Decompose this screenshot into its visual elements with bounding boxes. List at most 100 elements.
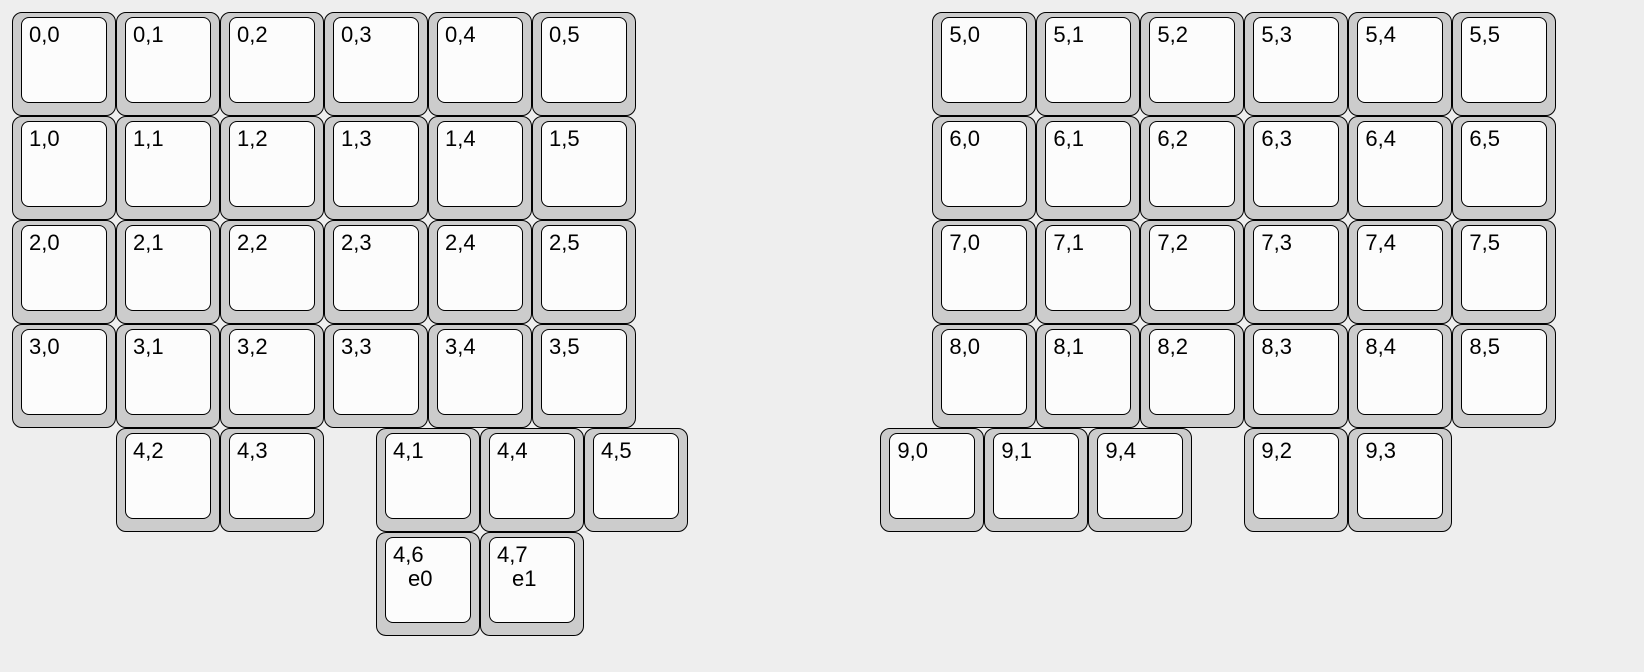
key-label: 6,2 (1157, 125, 1188, 153)
key-k-4-4[interactable]: 4,4 (480, 428, 584, 532)
key-label: 9,4 (1105, 437, 1136, 465)
key-k-2-5[interactable]: 2,5 (532, 220, 636, 324)
key-k-9-2[interactable]: 9,2 (1244, 428, 1348, 532)
key-label: 4,2 (133, 437, 164, 465)
key-k-7-4[interactable]: 7,4 (1348, 220, 1452, 324)
key-k-4-2[interactable]: 4,2 (116, 428, 220, 532)
key-label: 2,1 (133, 229, 164, 257)
keytop: 0,3 (333, 17, 419, 103)
key-k-9-0[interactable]: 9,0 (880, 428, 984, 532)
key-k-2-4[interactable]: 2,4 (428, 220, 532, 324)
key-k-3-1[interactable]: 3,1 (116, 324, 220, 428)
key-label: 9,2 (1261, 437, 1292, 465)
key-k-6-2[interactable]: 6,2 (1140, 116, 1244, 220)
key-k-5-5[interactable]: 5,5 (1452, 12, 1556, 116)
key-k-7-3[interactable]: 7,3 (1244, 220, 1348, 324)
key-label: 4,5 (601, 437, 632, 465)
keytop: 3,4 (437, 329, 523, 415)
key-k-6-5[interactable]: 6,5 (1452, 116, 1556, 220)
key-k-8-4[interactable]: 8,4 (1348, 324, 1452, 428)
keytop: 1,1 (125, 121, 211, 207)
key-label: 7,3 (1261, 229, 1292, 257)
key-label: 3,2 (237, 333, 268, 361)
key-k-2-2[interactable]: 2,2 (220, 220, 324, 324)
key-label: 7,5 (1469, 229, 1500, 257)
keytop: 7,0 (941, 225, 1027, 311)
key-k-4-3[interactable]: 4,3 (220, 428, 324, 532)
key-k-9-3[interactable]: 9,3 (1348, 428, 1452, 532)
key-k-5-1[interactable]: 5,1 (1036, 12, 1140, 116)
key-k-8-0[interactable]: 8,0 (932, 324, 1036, 428)
key-label: 5,3 (1261, 21, 1292, 49)
key-label: 3,0 (29, 333, 60, 361)
key-k-4-6[interactable]: 4,6e0 (376, 532, 480, 636)
key-k-2-0[interactable]: 2,0 (12, 220, 116, 324)
keytop: 2,4 (437, 225, 523, 311)
key-k-0-5[interactable]: 0,5 (532, 12, 636, 116)
key-k-1-3[interactable]: 1,3 (324, 116, 428, 220)
key-k-6-1[interactable]: 6,1 (1036, 116, 1140, 220)
keytop: 4,6e0 (385, 537, 471, 623)
keytop: 9,1 (993, 433, 1079, 519)
key-k-0-1[interactable]: 0,1 (116, 12, 220, 116)
key-k-0-2[interactable]: 0,2 (220, 12, 324, 116)
key-k-9-1[interactable]: 9,1 (984, 428, 1088, 532)
keytop: 9,2 (1253, 433, 1339, 519)
key-k-5-0[interactable]: 5,0 (932, 12, 1036, 116)
key-label: 9,1 (1001, 437, 1032, 465)
key-k-3-0[interactable]: 3,0 (12, 324, 116, 428)
key-label: 1,2 (237, 125, 268, 153)
key-k-7-5[interactable]: 7,5 (1452, 220, 1556, 324)
key-label: 9,3 (1365, 437, 1396, 465)
key-label: 4,4 (497, 437, 528, 465)
keytop: 0,4 (437, 17, 523, 103)
key-k-5-4[interactable]: 5,4 (1348, 12, 1452, 116)
key-k-4-5[interactable]: 4,5 (584, 428, 688, 532)
keytop: 3,0 (21, 329, 107, 415)
key-k-1-4[interactable]: 1,4 (428, 116, 532, 220)
key-k-6-4[interactable]: 6,4 (1348, 116, 1452, 220)
keytop: 3,5 (541, 329, 627, 415)
keytop: 9,0 (889, 433, 975, 519)
keytop: 8,4 (1357, 329, 1443, 415)
key-k-8-5[interactable]: 8,5 (1452, 324, 1556, 428)
key-k-3-3[interactable]: 3,3 (324, 324, 428, 428)
key-label: 0,1 (133, 21, 164, 49)
keytop: 1,5 (541, 121, 627, 207)
keytop: 3,2 (229, 329, 315, 415)
keytop: 2,1 (125, 225, 211, 311)
key-k-1-2[interactable]: 1,2 (220, 116, 324, 220)
key-k-5-3[interactable]: 5,3 (1244, 12, 1348, 116)
key-k-6-3[interactable]: 6,3 (1244, 116, 1348, 220)
key-k-2-3[interactable]: 2,3 (324, 220, 428, 324)
keyboard-layout: 0,0 0,1 0,20,30,40,5 1,01,1 1,2 1,31,41,5 2,0 2… (0, 0, 1644, 672)
key-k-0-0[interactable]: 0,0 (12, 12, 116, 116)
key-k-1-0[interactable]: 1,0 (12, 116, 116, 220)
key-k-8-1[interactable]: 8,1 (1036, 324, 1140, 428)
key-k-5-2[interactable]: 5,2 (1140, 12, 1244, 116)
key-k-7-0[interactable]: 7,0 (932, 220, 1036, 324)
key-k-8-2[interactable]: 8,2 (1140, 324, 1244, 428)
key-k-6-0[interactable]: 6,0 (932, 116, 1036, 220)
keytop: 4,7e1 (489, 537, 575, 623)
key-k-4-1[interactable]: 4,1 (376, 428, 480, 532)
key-k-1-5[interactable]: 1,5 (532, 116, 636, 220)
key-k-8-3[interactable]: 8,3 (1244, 324, 1348, 428)
keytop: 7,4 (1357, 225, 1443, 311)
key-label: 8,4 (1365, 333, 1396, 361)
key-k-7-1[interactable]: 7,1 (1036, 220, 1140, 324)
key-k-7-2[interactable]: 7,2 (1140, 220, 1244, 324)
key-k-4-7[interactable]: 4,7e1 (480, 532, 584, 636)
key-k-9-4[interactable]: 9,4 (1088, 428, 1192, 532)
key-k-1-1[interactable]: 1,1 (116, 116, 220, 220)
key-label: 9,0 (897, 437, 928, 465)
key-label: 2,0 (29, 229, 60, 257)
key-k-3-2[interactable]: 3,2 (220, 324, 324, 428)
keytop: 8,0 (941, 329, 1027, 415)
key-k-0-3[interactable]: 0,3 (324, 12, 428, 116)
keytop: 5,0 (941, 17, 1027, 103)
key-k-3-4[interactable]: 3,4 (428, 324, 532, 428)
key-k-0-4[interactable]: 0,4 (428, 12, 532, 116)
key-k-2-1[interactable]: 2,1 (116, 220, 220, 324)
key-k-3-5[interactable]: 3,5 (532, 324, 636, 428)
